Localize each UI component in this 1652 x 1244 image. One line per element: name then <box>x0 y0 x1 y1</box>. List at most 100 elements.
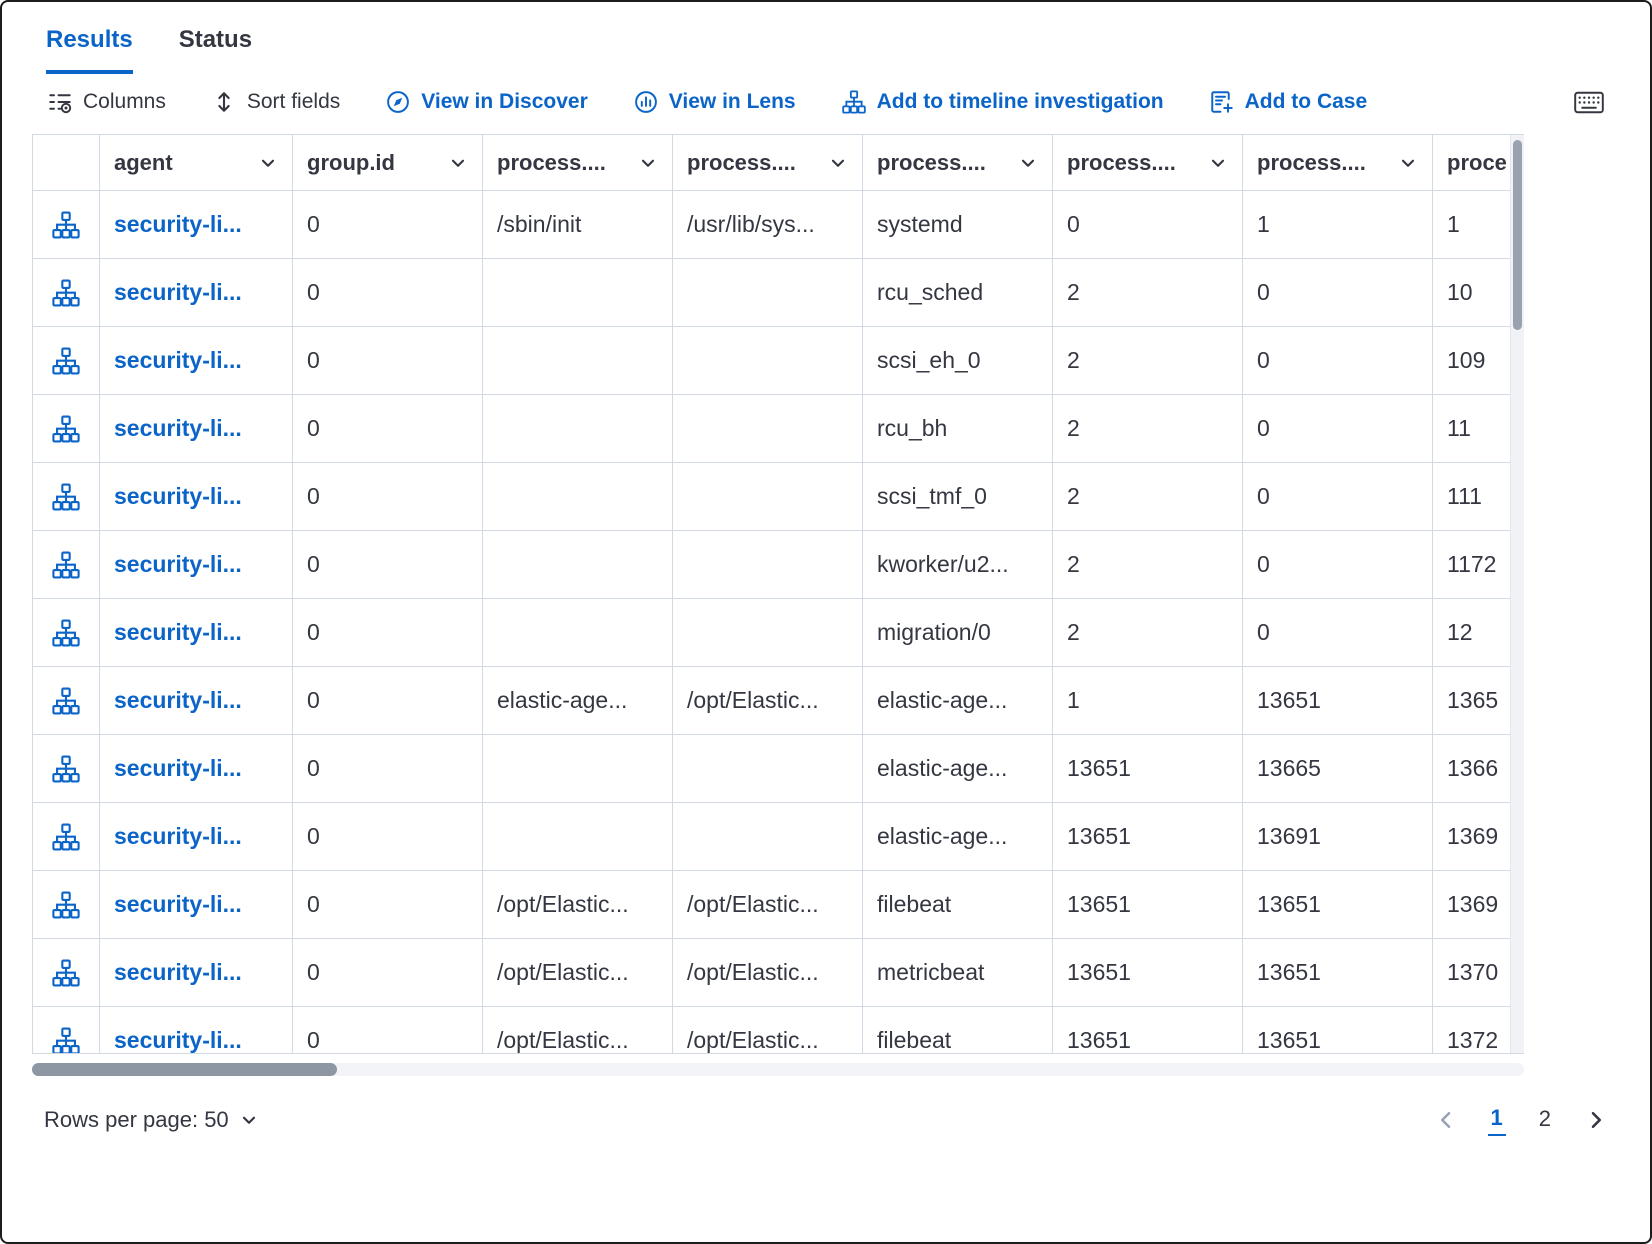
chevron-down-icon[interactable] <box>258 153 278 173</box>
view-in-discover-label: View in Discover <box>421 90 588 114</box>
agent-link[interactable]: security-li... <box>100 463 293 531</box>
columns-button[interactable]: Columns <box>48 90 166 114</box>
keyboard-shortcuts-button[interactable] <box>1574 91 1604 114</box>
analyze-event-button[interactable] <box>33 1007 100 1054</box>
agent-link[interactable]: security-li... <box>100 259 293 327</box>
column-header-process-6[interactable]: process.... <box>1243 135 1433 191</box>
grid-cell: 0 <box>293 667 483 735</box>
analyze-event-button[interactable] <box>33 803 100 871</box>
grid-cell <box>673 463 863 531</box>
table-row: security-li...0elastic-age...13651136911… <box>33 803 1524 871</box>
grid-cell <box>483 259 673 327</box>
agent-link[interactable]: security-li... <box>100 191 293 259</box>
column-header-label: process.... <box>1257 150 1366 176</box>
previous-page-button[interactable] <box>1434 1108 1458 1132</box>
grid-cell: metricbeat <box>863 939 1053 1007</box>
view-in-discover-button[interactable]: View in Discover <box>386 90 588 114</box>
column-header-process-2[interactable]: process.... <box>483 135 673 191</box>
column-header-agent-0[interactable]: agent <box>100 135 293 191</box>
analyze-event-button[interactable] <box>33 735 100 803</box>
pagination: 1 2 <box>1434 1104 1609 1136</box>
tab-results[interactable]: Results <box>46 26 133 74</box>
grid-cell <box>673 735 863 803</box>
grid-cell: 0 <box>293 531 483 599</box>
next-page-button[interactable] <box>1584 1108 1608 1132</box>
page-2-button[interactable]: 2 <box>1536 1105 1554 1135</box>
grid-cell <box>673 259 863 327</box>
analyze-event-button[interactable] <box>33 191 100 259</box>
column-header-label: group.id <box>307 150 395 176</box>
analyze-event-icon <box>52 483 80 511</box>
grid-cell: /opt/Elastic... <box>673 667 863 735</box>
grid-cell: filebeat <box>863 871 1053 939</box>
grid-cell: scsi_tmf_0 <box>863 463 1053 531</box>
agent-link[interactable]: security-li... <box>100 667 293 735</box>
grid-cell: /usr/lib/sys... <box>673 191 863 259</box>
sort-fields-button[interactable]: Sort fields <box>212 90 340 114</box>
grid-cell: 0 <box>293 803 483 871</box>
chevron-down-icon[interactable] <box>448 153 468 173</box>
add-to-timeline-button[interactable]: Add to timeline investigation <box>842 90 1164 114</box>
grid-cell: 0 <box>293 735 483 803</box>
grid-table: agentgroup.idprocess....process....proce… <box>32 134 1524 1054</box>
agent-link[interactable]: security-li... <box>100 599 293 667</box>
chevron-down-icon[interactable] <box>828 153 848 173</box>
grid-cell: 13651 <box>1053 871 1243 939</box>
grid-cell: 2 <box>1053 531 1243 599</box>
rows-per-page-button[interactable]: Rows per page: 50 <box>44 1107 259 1133</box>
analyze-event-button[interactable] <box>33 871 100 939</box>
grid-cell: 0 <box>293 327 483 395</box>
table-row: security-li...0scsi_tmf_020111 <box>33 463 1524 531</box>
analyze-event-icon <box>52 415 80 443</box>
chevron-down-icon[interactable] <box>1398 153 1418 173</box>
analyze-event-button[interactable] <box>33 259 100 327</box>
analyze-event-button[interactable] <box>33 599 100 667</box>
vertical-scrollbar-thumb[interactable] <box>1513 140 1522 330</box>
grid-cell: 2 <box>1053 395 1243 463</box>
chevron-down-icon[interactable] <box>1208 153 1228 173</box>
grid-cell: 1 <box>1053 667 1243 735</box>
column-header-groupid-1[interactable]: group.id <box>293 135 483 191</box>
tab-bar: Results Status <box>32 26 1620 74</box>
analyze-event-button[interactable] <box>33 327 100 395</box>
agent-link[interactable]: security-li... <box>100 327 293 395</box>
analyze-event-button[interactable] <box>33 667 100 735</box>
horizontal-scrollbar-thumb[interactable] <box>32 1063 337 1076</box>
grid-cell: /opt/Elastic... <box>673 871 863 939</box>
agent-link[interactable]: security-li... <box>100 939 293 1007</box>
grid-cell: /opt/Elastic... <box>673 939 863 1007</box>
vertical-scrollbar[interactable] <box>1510 135 1524 1053</box>
grid-cell <box>483 599 673 667</box>
tab-status[interactable]: Status <box>179 26 252 74</box>
grid-cell: systemd <box>863 191 1053 259</box>
chevron-down-icon[interactable] <box>1018 153 1038 173</box>
view-in-lens-button[interactable]: View in Lens <box>634 90 796 114</box>
agent-link[interactable]: security-li... <box>100 871 293 939</box>
chevron-down-icon[interactable] <box>638 153 658 173</box>
add-to-case-button[interactable]: Add to Case <box>1210 90 1368 114</box>
lens-icon <box>634 90 658 114</box>
agent-link[interactable]: security-li... <box>100 531 293 599</box>
agent-link[interactable]: security-li... <box>100 735 293 803</box>
column-header-process-4[interactable]: process.... <box>863 135 1053 191</box>
page-1-button[interactable]: 1 <box>1488 1104 1506 1136</box>
grid-cell <box>483 735 673 803</box>
data-grid: agentgroup.idprocess....process....proce… <box>32 134 1524 1054</box>
analyze-event-button[interactable] <box>33 463 100 531</box>
table-row: security-li...0elastic-age...13651136651… <box>33 735 1524 803</box>
rows-per-page-label: Rows per page: 50 <box>44 1107 229 1133</box>
grid-cell: 13665 <box>1243 735 1433 803</box>
analyze-event-button[interactable] <box>33 531 100 599</box>
analyze-event-button[interactable] <box>33 395 100 463</box>
column-header-process-3[interactable]: process.... <box>673 135 863 191</box>
table-row: security-li...0/sbin/init/usr/lib/sys...… <box>33 191 1524 259</box>
column-header-process-5[interactable]: process.... <box>1053 135 1243 191</box>
agent-link[interactable]: security-li... <box>100 1007 293 1054</box>
agent-link[interactable]: security-li... <box>100 803 293 871</box>
analyze-event-button[interactable] <box>33 939 100 1007</box>
analyze-event-icon <box>52 1027 80 1055</box>
horizontal-scrollbar[interactable] <box>32 1063 1524 1076</box>
table-row: security-li...0kworker/u2...201172 <box>33 531 1524 599</box>
agent-link[interactable]: security-li... <box>100 395 293 463</box>
grid-cell: 13651 <box>1053 939 1243 1007</box>
